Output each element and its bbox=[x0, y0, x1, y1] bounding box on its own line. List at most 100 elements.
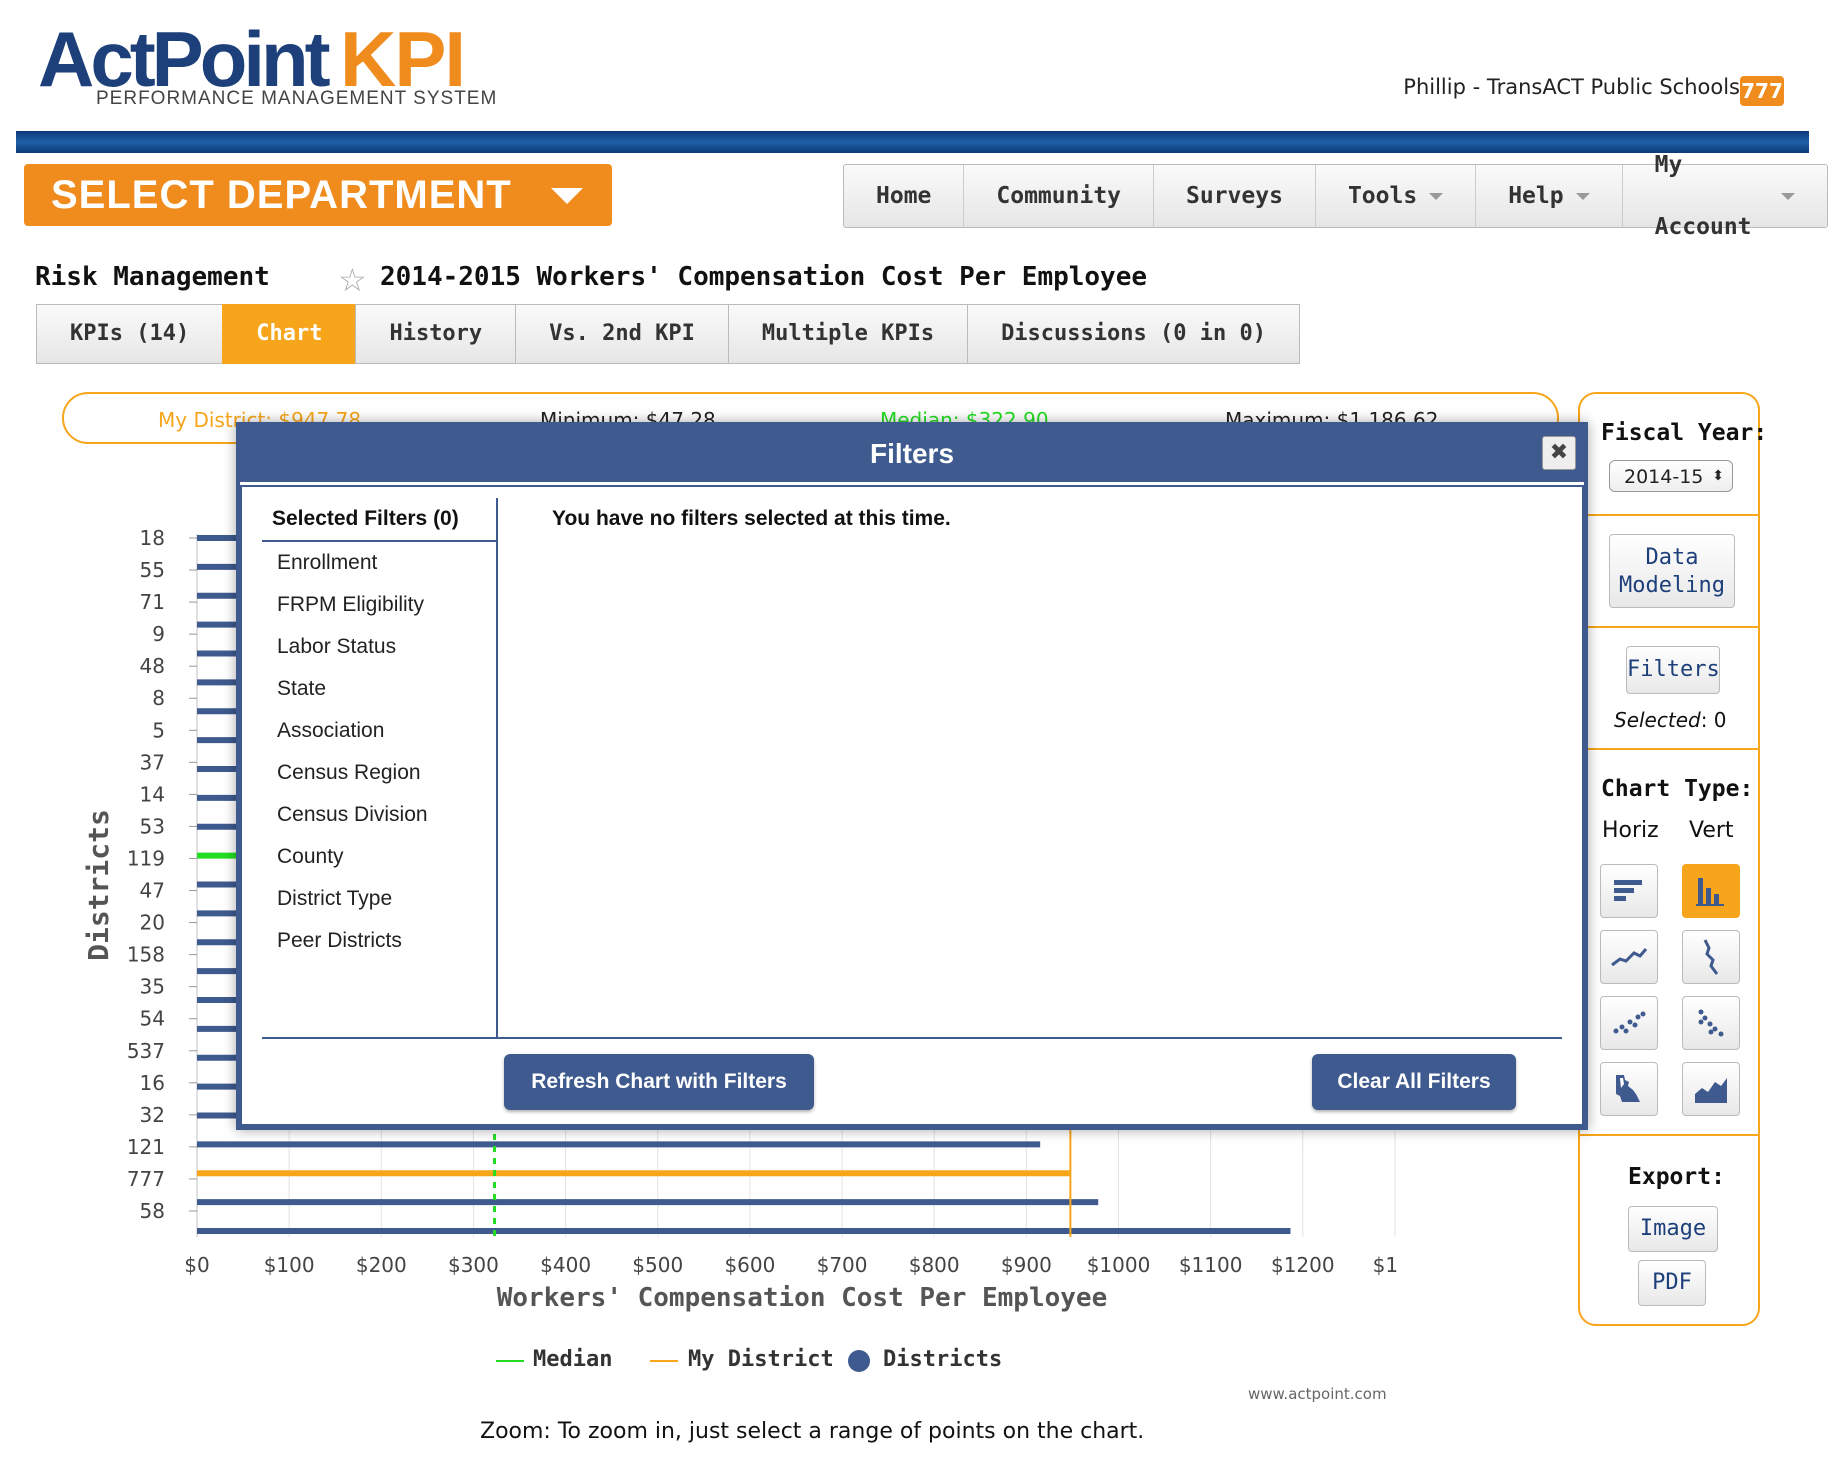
x-tick-label: $1... bbox=[1373, 1253, 1400, 1277]
data-modeling-line2: Modeling bbox=[1619, 573, 1725, 598]
legend-my-district-swatch bbox=[650, 1360, 678, 1362]
filter-enrollment[interactable]: Enrollment bbox=[277, 551, 377, 575]
selected-label: Selected bbox=[1614, 708, 1701, 732]
nav-home[interactable]: Home bbox=[844, 165, 965, 227]
tab-vs-2nd-kpi[interactable]: Vs. 2nd KPI bbox=[515, 304, 728, 364]
notification-badge[interactable]: 777 bbox=[1740, 76, 1784, 106]
x-tick-label: $0 bbox=[184, 1253, 209, 1277]
header-divider bbox=[16, 131, 1809, 153]
y-tick-label: 158 bbox=[127, 943, 165, 967]
fiscal-year-select[interactable]: 2014-15 ⬍ bbox=[1609, 460, 1733, 492]
area-icon[interactable] bbox=[1682, 1062, 1740, 1116]
user-label[interactable]: Phillip - TransACT Public Schools bbox=[1403, 75, 1740, 99]
x-tick-label: $1100 bbox=[1179, 1253, 1243, 1277]
nav-tools[interactable]: Tools bbox=[1316, 165, 1477, 227]
vertical-line-icon[interactable] bbox=[1682, 930, 1740, 984]
filter-county[interactable]: County bbox=[277, 845, 344, 869]
selected-value: : 0 bbox=[1700, 708, 1727, 732]
clear-all-filters-button[interactable]: Clear All Filters bbox=[1312, 1054, 1516, 1110]
filter-peer-districts[interactable]: Peer Districts bbox=[277, 929, 402, 953]
modal-footer-divider bbox=[262, 1037, 1562, 1039]
nav-label: Tools bbox=[1347, 183, 1418, 209]
data-modeling-button[interactable]: Data Modeling bbox=[1609, 534, 1735, 608]
tab-history[interactable]: History bbox=[355, 304, 516, 364]
panel-divider bbox=[1580, 514, 1758, 516]
vertical-bar-icon[interactable] bbox=[1682, 864, 1740, 918]
panel-divider bbox=[1580, 626, 1758, 628]
horizontal-bar-icon[interactable] bbox=[1600, 864, 1658, 918]
filter-association[interactable]: Association bbox=[277, 719, 384, 743]
filter-labor-status[interactable]: Labor Status bbox=[277, 635, 396, 659]
filter-frpm-eligibility[interactable]: FRPM Eligibility bbox=[277, 593, 424, 617]
district-bar bbox=[197, 535, 241, 541]
x-axis-title: Workers' Compensation Cost Per Employee bbox=[497, 1283, 1107, 1313]
y-tick-label: 35 bbox=[140, 975, 165, 999]
filter-census-region[interactable]: Census Region bbox=[277, 761, 421, 785]
y-tick-label: 9 bbox=[152, 622, 165, 646]
tab-chart[interactable]: Chart bbox=[222, 304, 356, 364]
legend-median-swatch bbox=[496, 1360, 524, 1362]
selected-filters-header: Selected Filters (0) bbox=[272, 507, 459, 530]
vert-label: Vert bbox=[1689, 818, 1734, 843]
legend-median[interactable]: Median bbox=[533, 1347, 612, 1372]
x-tick-label: $1000 bbox=[1087, 1253, 1151, 1277]
nav-my-account[interactable]: My Account bbox=[1623, 152, 1827, 240]
tab-kpis[interactable]: KPIs (14) bbox=[36, 304, 223, 364]
selected-count: Selected: 0 bbox=[1614, 708, 1727, 732]
tab-multiple-kpis[interactable]: Multiple KPIs bbox=[727, 304, 968, 364]
y-tick-label: 54 bbox=[140, 1007, 165, 1031]
filter-census-division[interactable]: Census Division bbox=[277, 803, 428, 827]
caret-down-icon bbox=[1429, 192, 1444, 200]
y-tick-label: 18 bbox=[140, 526, 165, 550]
nav-surveys[interactable]: Surveys bbox=[1154, 165, 1316, 227]
select-department-button[interactable]: SELECT DEPARTMENT bbox=[24, 164, 612, 226]
refresh-chart-button[interactable]: Refresh Chart with Filters bbox=[504, 1054, 814, 1110]
modal-title: Filters bbox=[240, 426, 1584, 482]
filters-button[interactable]: Filters bbox=[1626, 646, 1720, 694]
export-image-button[interactable]: Image bbox=[1628, 1206, 1718, 1252]
filters-column-divider bbox=[496, 498, 498, 1038]
scatter-icon[interactable] bbox=[1600, 996, 1658, 1050]
y-tick-label: 537 bbox=[127, 1039, 165, 1063]
fiscal-year-label: Fiscal Year: bbox=[1601, 420, 1768, 446]
nav-help[interactable]: Help bbox=[1476, 165, 1623, 227]
line-icon[interactable] bbox=[1600, 930, 1658, 984]
no-filters-message: You have no filters selected at this tim… bbox=[552, 507, 951, 530]
legend-my-district[interactable]: My District bbox=[688, 1347, 834, 1372]
nav-label: My Account bbox=[1654, 152, 1752, 240]
nav-label: Surveys bbox=[1186, 183, 1283, 209]
x-tick-label: $1200 bbox=[1271, 1253, 1335, 1277]
close-icon[interactable]: ✖ bbox=[1542, 436, 1576, 470]
x-tick-label: $600 bbox=[724, 1253, 775, 1277]
x-tick-label: $700 bbox=[817, 1253, 868, 1277]
y-tick-label: 14 bbox=[140, 782, 165, 806]
nav-community[interactable]: Community bbox=[964, 165, 1155, 227]
data-modeling-line1: Data bbox=[1645, 545, 1699, 570]
y-tick-label: 32 bbox=[140, 1103, 165, 1127]
x-tick-label: $200 bbox=[356, 1253, 407, 1277]
legend-districts-swatch bbox=[848, 1350, 870, 1372]
district-bar bbox=[197, 1199, 1099, 1206]
star-icon[interactable]: ☆ bbox=[338, 264, 367, 296]
caret-down-icon bbox=[1781, 192, 1795, 200]
district-bar bbox=[197, 1228, 1291, 1234]
export-label: Export: bbox=[1628, 1164, 1725, 1190]
fiscal-year-value: 2014-15 bbox=[1624, 466, 1704, 488]
legend-districts[interactable]: Districts bbox=[883, 1347, 1002, 1372]
y-axis-title: Districts bbox=[82, 809, 115, 961]
y-tick-label: 55 bbox=[140, 558, 165, 582]
filters-list-divider bbox=[262, 540, 496, 542]
department-title: Risk Management bbox=[35, 262, 270, 292]
x-tick-label: $400 bbox=[540, 1253, 591, 1277]
export-pdf-button[interactable]: PDF bbox=[1638, 1260, 1706, 1306]
tab-discussions[interactable]: Discussions (0 in 0) bbox=[967, 304, 1300, 364]
filter-district-type[interactable]: District Type bbox=[277, 887, 392, 911]
filter-state[interactable]: State bbox=[277, 677, 326, 701]
credit-text[interactable]: www.actpoint.com bbox=[1248, 1385, 1387, 1403]
y-tick-label: 121 bbox=[127, 1135, 165, 1159]
y-tick-label: 777 bbox=[127, 1167, 165, 1191]
kpi-title: 2014-2015 Workers' Compensation Cost Per… bbox=[380, 262, 1148, 292]
vertical-scatter-icon[interactable] bbox=[1682, 996, 1740, 1050]
modal-body bbox=[240, 485, 1584, 1126]
map-icon[interactable] bbox=[1600, 1062, 1658, 1116]
